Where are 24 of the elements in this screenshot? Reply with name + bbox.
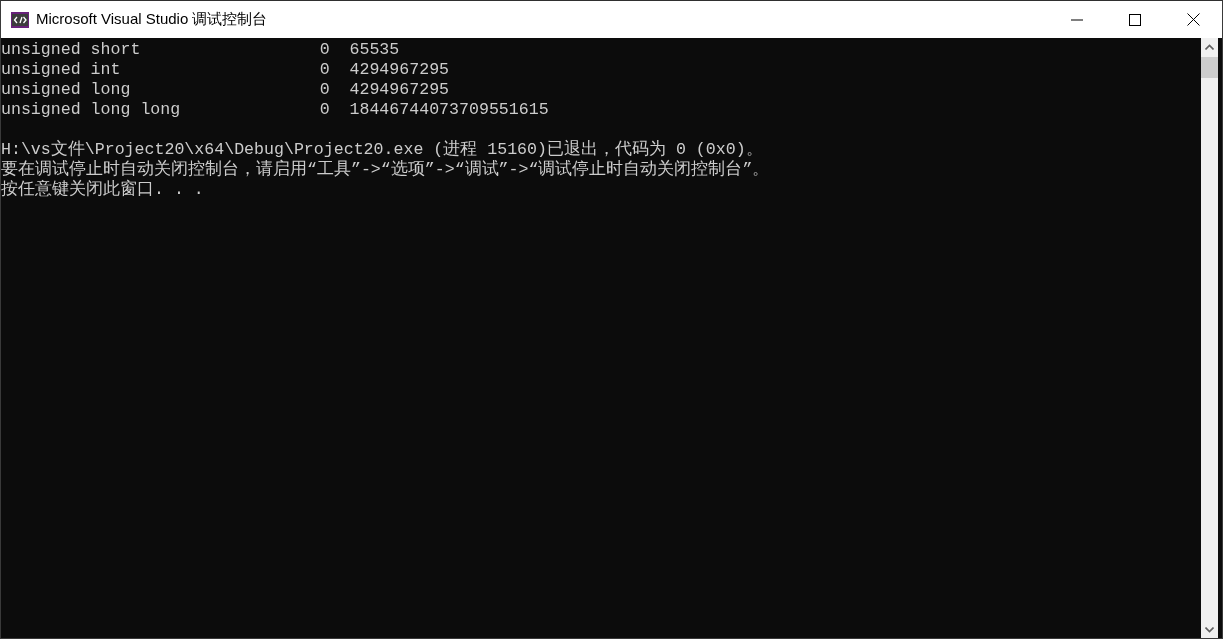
min-value: 0 bbox=[319, 60, 330, 79]
type-name: unsigned short bbox=[1, 40, 141, 59]
max-value: 65535 bbox=[349, 40, 400, 59]
min-value: 0 bbox=[319, 100, 330, 119]
type-name: unsigned int bbox=[1, 60, 121, 79]
close-icon bbox=[1186, 13, 1200, 26]
scrollbar[interactable] bbox=[1201, 38, 1218, 638]
type-name: unsigned long bbox=[1, 80, 131, 99]
max-value: 4294967295 bbox=[349, 80, 450, 99]
scroll-up-icon[interactable] bbox=[1205, 43, 1214, 50]
window-title: Microsoft Visual Studio 调试控制台 bbox=[36, 10, 268, 29]
console-line: 按任意键关闭此窗口. . . bbox=[1, 180, 204, 199]
min-value: 0 bbox=[319, 40, 330, 59]
minimize-icon bbox=[1071, 18, 1083, 21]
console-line: H:\vs文件\Project20\x64\Debug\Project20.exe (进程 15160)已退出，代码为 0 (0x0)。 bbox=[1, 140, 763, 159]
type-name: unsigned long long bbox=[1, 100, 181, 119]
min-value: 0 bbox=[319, 80, 330, 99]
app-icon bbox=[11, 11, 29, 28]
console-line: 要在调试停止时自动关闭控制台，请启用“工具”->“选项”->“调试”->“调试停止时自动关闭控制台”。 bbox=[1, 160, 770, 179]
max-value: 4294967295 bbox=[349, 60, 450, 79]
maximize-icon bbox=[1129, 13, 1141, 26]
scroll-down-icon[interactable] bbox=[1205, 626, 1214, 633]
max-value: 18446744073709551615 bbox=[349, 100, 549, 119]
scrollbar-thumb[interactable] bbox=[1201, 57, 1218, 78]
